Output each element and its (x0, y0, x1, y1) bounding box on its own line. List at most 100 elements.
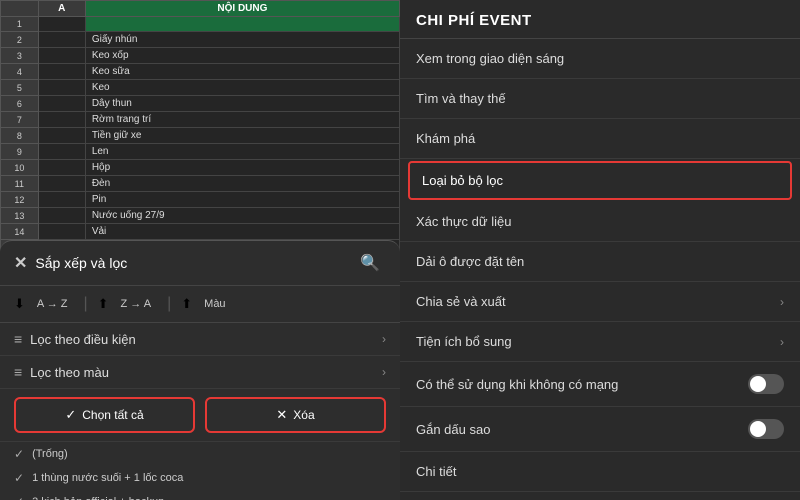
right-panel: CHI PHÍ EVENT Xem trong giao diện sáng Tì… (400, 0, 800, 500)
table-row: 6Dây thun (1, 96, 400, 112)
menu-item[interactable]: Có thể sử dụng khi không có mạng (400, 362, 800, 407)
menu-item[interactable]: Khám phá (400, 119, 800, 159)
table-row: 7 Rờm trang trí (1, 112, 400, 128)
cell-a (38, 144, 85, 160)
cell-noi-dung: Keo (85, 80, 399, 96)
cell-noi-dung: Rờm trang trí (85, 112, 399, 128)
cell-a (38, 208, 85, 224)
menu-item-label: Gắn dấu sao (416, 422, 490, 437)
menu-item[interactable]: Chia sẻ và xuất › (400, 282, 800, 322)
filter-condition-row[interactable]: ≡ Lọc theo điều kiện › (0, 323, 400, 356)
filter-color-icon: ≡ (14, 364, 22, 380)
checkbox-icon: ✓ (14, 447, 24, 461)
list-item[interactable]: ✓ (Trống) (0, 442, 400, 466)
cell-a (38, 32, 85, 48)
filter-color-row[interactable]: ≡ Lọc theo màu › (0, 356, 400, 389)
select-all-icon: ✓ (65, 407, 76, 423)
cell-a (38, 112, 85, 128)
menu-item-chevron: › (780, 295, 784, 309)
menu-item[interactable]: Xác thực dữ liệu (400, 202, 800, 242)
menu-item[interactable]: Trợ giúp và phản hồi (400, 492, 800, 500)
sort-color-button[interactable]: Màu (198, 294, 231, 314)
col-header-noi-dung: NỘI DUNG (85, 1, 399, 17)
menu-item[interactable]: Xem trong giao diện sáng (400, 39, 800, 79)
panel-header-left: ✕ Sắp xếp và lọc (14, 253, 127, 273)
clear-icon: ✕ (276, 407, 287, 423)
col-header-a: A (38, 1, 85, 17)
row-number: 4 (1, 64, 39, 80)
panel-title: Sắp xếp và lọc (35, 255, 127, 271)
cell-a (38, 80, 85, 96)
filter-color-label: Lọc theo màu (30, 365, 109, 380)
cell-noi-dung: Len (85, 144, 399, 160)
sort-divider-2: | (167, 295, 171, 313)
cell-a (38, 48, 85, 64)
row-number: 5 (1, 80, 39, 96)
row-number: 10 (1, 160, 39, 176)
checkbox-icon: ✓ (14, 471, 24, 485)
action-buttons: ✓ Chọn tất cả ✕ Xóa (0, 389, 400, 442)
checkbox-label: (Trống) (32, 448, 68, 460)
sort-az-icon: ⬇ (14, 296, 25, 312)
menu-item-label: Dải ô được đặt tên (416, 254, 524, 269)
cell-noi-dung (85, 17, 399, 32)
right-title: CHI PHÍ EVENT (416, 12, 532, 29)
cell-a (38, 64, 85, 80)
panel-header: ✕ Sắp xếp và lọc 🔍 (0, 241, 400, 286)
cell-noi-dung: Đèn (85, 176, 399, 192)
list-item[interactable]: ✓3 kịch bản official + backup (0, 490, 400, 500)
menu-item[interactable]: Gắn dấu sao (400, 407, 800, 452)
row-number: 6 (1, 96, 39, 112)
cell-a (38, 192, 85, 208)
table-row: 11Đèn (1, 176, 400, 192)
cell-noi-dung: Pin (85, 192, 399, 208)
cell-noi-dung: Vải (85, 224, 399, 240)
table-row: 2Giấy nhún (1, 32, 400, 48)
sort-za-button[interactable]: Z → A (115, 294, 158, 314)
toggle-switch[interactable] (748, 374, 784, 394)
cell-a (38, 17, 85, 32)
row-number: 13 (1, 208, 39, 224)
sort-filter-panel: ✕ Sắp xếp và lọc 🔍 ⬇ A → Z | ⬆ Z → A | ⬆… (0, 240, 400, 500)
menu-item-label: Xác thực dữ liệu (416, 214, 511, 229)
row-number: 2 (1, 32, 39, 48)
menu-item-label: Chi tiết (416, 464, 456, 479)
row-number: 8 (1, 128, 39, 144)
clear-label: Xóa (293, 408, 314, 422)
clear-button[interactable]: ✕ Xóa (205, 397, 386, 433)
sort-az-button[interactable]: A → Z (31, 294, 74, 314)
sheet-table: A NỘI DUNG 12Giấy nhún3Keo xốp4Keo sữa5K… (0, 0, 400, 272)
table-row: 13Nước uống 27/9 (1, 208, 400, 224)
menu-item[interactable]: Chi tiết (400, 452, 800, 492)
table-row: 12Pin (1, 192, 400, 208)
table-row: 5 Keo (1, 80, 400, 96)
menu-item[interactable]: Loại bỏ bộ lọc (408, 161, 792, 200)
toggle-switch[interactable] (748, 419, 784, 439)
select-all-label: Chọn tất cả (82, 408, 143, 422)
cell-a (38, 160, 85, 176)
cell-noi-dung: Tiền giữ xe (85, 128, 399, 144)
search-button[interactable]: 🔍 (354, 251, 386, 275)
sort-divider-1: | (83, 295, 87, 313)
list-item[interactable]: ✓1 thùng nước suối + 1 lốc coca (0, 466, 400, 490)
menu-item[interactable]: Dải ô được đặt tên (400, 242, 800, 282)
menu-item-label: Loại bỏ bộ lọc (422, 173, 503, 188)
row-number: 7 (1, 112, 39, 128)
checkbox-label: 3 kịch bản official + backup (32, 496, 164, 500)
table-row: 14Vải (1, 224, 400, 240)
filter-color-left: ≡ Lọc theo màu (14, 364, 109, 380)
menu-item-label: Có thể sử dụng khi không có mạng (416, 377, 618, 392)
menu-item-label: Tìm và thay thế (416, 91, 506, 106)
table-row: 4Keo sữa (1, 64, 400, 80)
sort-za-icon: ⬆ (98, 296, 109, 312)
menu-item-label: Chia sẻ và xuất (416, 294, 506, 309)
close-button[interactable]: ✕ (14, 253, 27, 273)
menu-item[interactable]: Tìm và thay thế (400, 79, 800, 119)
row-number: 3 (1, 48, 39, 64)
select-all-button[interactable]: ✓ Chọn tất cả (14, 397, 195, 433)
sort-color-icon: ⬆ (181, 296, 192, 312)
cell-a (38, 224, 85, 240)
cell-a (38, 176, 85, 192)
menu-item[interactable]: Tiện ích bổ sung› (400, 322, 800, 362)
col-header-num (1, 1, 39, 17)
